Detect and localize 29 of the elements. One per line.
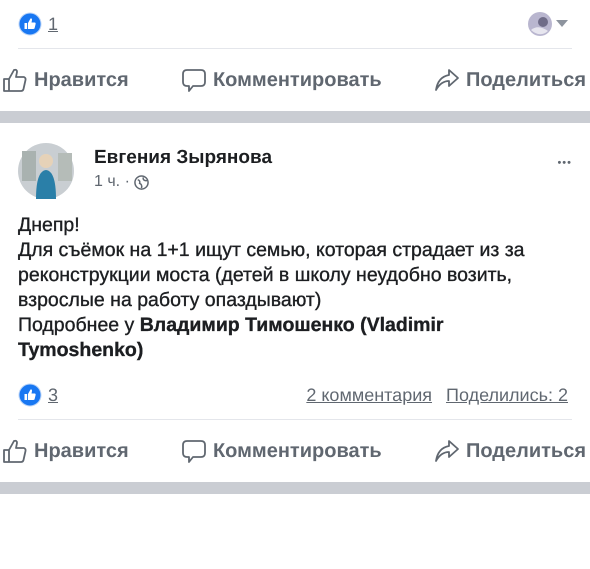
comment-button[interactable]: Комментировать — [180, 67, 382, 93]
post-text: Для съёмок на 1+1 ищут семью, которая страдает из за реконструкции моста (детей в школу неудобно возить, взрослые на работу опаздывают) — [18, 238, 526, 313]
profile-switcher[interactable] — [528, 12, 568, 36]
like-button[interactable]: Нравится — [2, 438, 129, 464]
share-button[interactable]: Поделиться — [434, 438, 586, 464]
reaction-count[interactable]: 1 — [48, 14, 58, 34]
author-name[interactable]: Евгения Зырянова — [94, 147, 538, 169]
post-text: Подробнее у Владимир Тимошенко (Vladimir Tymoshenko) — [18, 313, 445, 363]
reaction-count[interactable]: 3 — [48, 384, 58, 406]
shares-link[interactable]: Поделились: 2 — [446, 384, 568, 406]
like-badge-icon — [18, 383, 42, 407]
thumbs-up-icon — [2, 438, 28, 464]
post-text: Днепр! — [18, 213, 81, 238]
comments-link[interactable]: 2 комментария — [306, 384, 432, 406]
share-arrow-icon — [434, 438, 460, 464]
globe-icon — [134, 174, 149, 190]
like-button[interactable]: Нравится — [2, 67, 129, 93]
profile-avatar-icon — [528, 12, 552, 36]
caret-icon — [556, 20, 568, 28]
thumbs-up-icon — [2, 67, 28, 93]
speech-bubble-icon — [180, 438, 207, 464]
speech-bubble-icon — [180, 67, 207, 93]
share-button[interactable]: Поделиться — [434, 67, 586, 93]
avatar[interactable] — [18, 143, 74, 199]
share-arrow-icon — [434, 67, 460, 93]
like-badge-icon — [18, 12, 42, 36]
more-options-button[interactable]: ••• — [557, 143, 572, 169]
post-time[interactable]: 1 ч. · — [94, 173, 130, 191]
comment-button[interactable]: Комментировать — [180, 438, 382, 464]
